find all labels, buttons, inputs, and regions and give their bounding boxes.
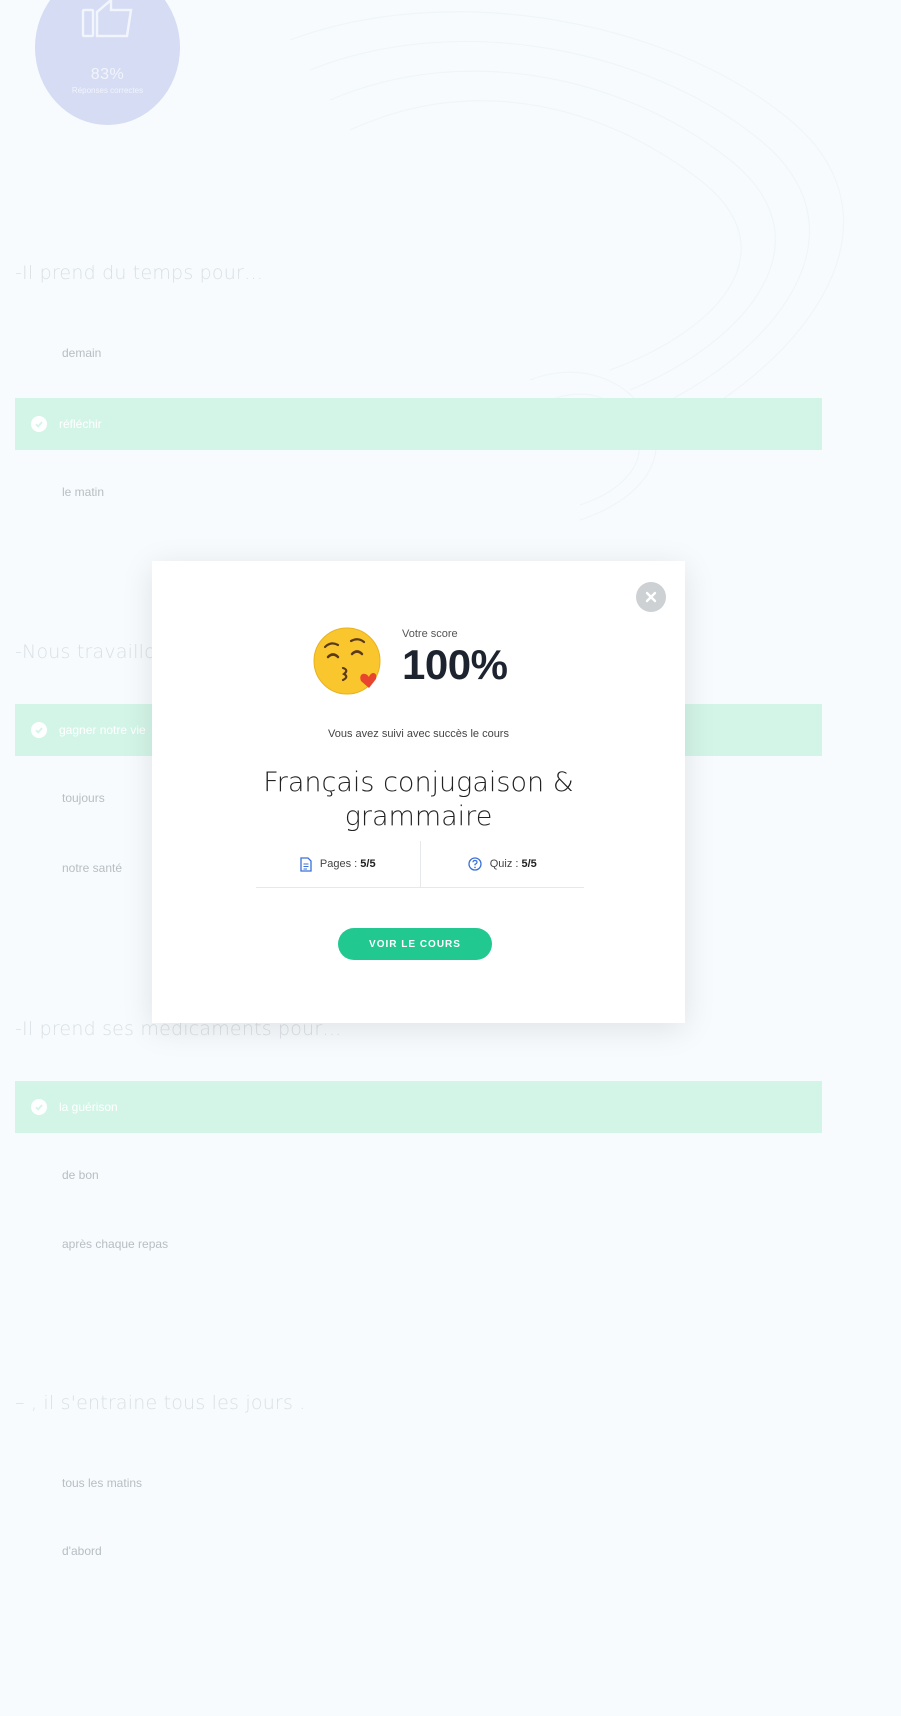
- answer-label: toujours: [62, 791, 105, 805]
- question-1-answer-3[interactable]: le matin: [15, 466, 822, 518]
- answer-label: réfléchir: [59, 417, 102, 431]
- question-circle-icon: [468, 857, 482, 871]
- score-badge-label: Réponses correctes: [71, 86, 144, 95]
- question-4-title: – , il s'entraine tous les jours .: [15, 1392, 306, 1414]
- document-icon: [300, 856, 312, 872]
- answer-label: le matin: [62, 485, 105, 499]
- pages-value: 5/5: [360, 858, 376, 870]
- check-circle-icon: [31, 1099, 47, 1115]
- quiz-label: Quiz :: [489, 858, 519, 870]
- question-1-title: -Il prend du temps pour…: [15, 262, 264, 284]
- course-stats: Pages : 5/5 Quiz : 5/5: [256, 841, 584, 888]
- answer-label: gagner notre vie: [59, 723, 146, 737]
- check-circle-icon: [31, 416, 47, 432]
- answer-label: tous les matins: [62, 1476, 143, 1490]
- check-circle-icon: [31, 722, 47, 738]
- question-3-answer-3[interactable]: après chaque repas: [15, 1218, 822, 1270]
- quiz-stat: Quiz : 5/5: [419, 841, 585, 887]
- answer-label: d'abord: [62, 1544, 102, 1558]
- pages-stat: Pages : 5/5: [256, 841, 420, 887]
- view-course-button[interactable]: VOIR LE COURS: [338, 928, 492, 960]
- answer-label: de bon: [62, 1168, 99, 1182]
- score-badge: 83% Réponses correctes: [35, 0, 180, 125]
- question-4-answer-1[interactable]: tous les matins: [15, 1457, 822, 1509]
- kissing-face-icon: [313, 627, 381, 695]
- course-result-modal: Votre score 100% Vous avez suivi avec su…: [152, 561, 685, 1023]
- question-3-answer-1[interactable]: la guérison: [15, 1081, 822, 1133]
- question-1-answer-2[interactable]: réfléchir: [15, 398, 822, 450]
- score-label: Votre score: [402, 628, 458, 640]
- answer-label: notre santé: [62, 861, 123, 875]
- close-icon: [645, 591, 657, 603]
- course-title: Français conjugaison & grammaire: [263, 767, 574, 832]
- question-1-answer-1[interactable]: demain: [15, 327, 822, 379]
- answer-label: après chaque repas: [62, 1237, 169, 1251]
- close-button[interactable]: [636, 582, 666, 612]
- quiz-value: 5/5: [521, 858, 537, 870]
- pages-label: Pages :: [319, 858, 358, 870]
- answer-label: demain: [62, 346, 102, 360]
- question-4-answer-2[interactable]: d'abord: [15, 1525, 822, 1577]
- thumbs-up-icon: [81, 0, 133, 38]
- question-3-answer-2[interactable]: de bon: [15, 1149, 822, 1201]
- score-badge-percent: 83%: [90, 66, 125, 83]
- success-message: Vous avez suivi avec succès le cours: [328, 728, 509, 740]
- score-value: 100%: [402, 641, 508, 688]
- answer-label: la guérison: [59, 1100, 118, 1114]
